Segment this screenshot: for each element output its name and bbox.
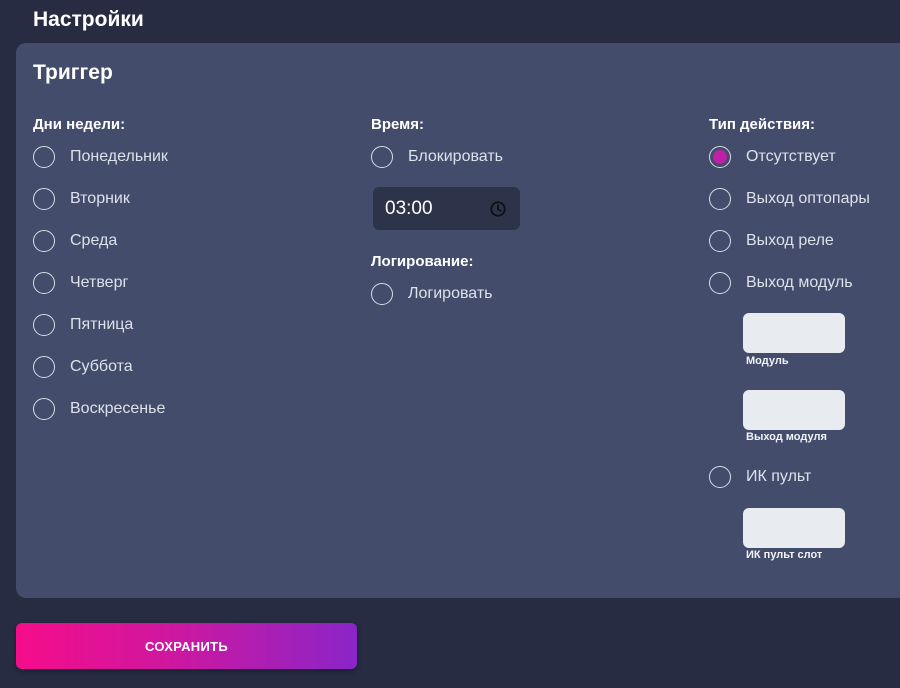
module-output-input[interactable] (743, 390, 845, 430)
radio-circle-icon[interactable] (709, 466, 731, 488)
card-title: Триггер (33, 61, 113, 84)
radio-circle-icon[interactable] (709, 272, 731, 294)
radio-circle-icon[interactable] (33, 356, 55, 378)
radio-tuesday[interactable]: Вторник (33, 186, 333, 212)
radio-sunday[interactable]: Воскресенье (33, 396, 333, 422)
radio-ir-remote[interactable]: ИК пульт (709, 464, 900, 490)
radio-wednesday[interactable]: Среда (33, 228, 333, 254)
days-label: Дни недели: (33, 116, 126, 133)
action-label: Тип действия: (709, 116, 816, 133)
time-input[interactable]: 03:00 (373, 187, 520, 230)
radio-saturday[interactable]: Суббота (33, 354, 333, 380)
logging-label: Логирование: (371, 253, 474, 270)
radio-label: ИК пульт (746, 468, 812, 485)
radio-thursday[interactable]: Четверг (33, 270, 333, 296)
time-value: 03:00 (385, 197, 433, 219)
radio-label: Суббота (70, 358, 133, 375)
radio-circle-icon[interactable] (709, 188, 731, 210)
radio-circle-icon[interactable] (33, 188, 55, 210)
radio-circle-icon[interactable] (33, 398, 55, 420)
radio-circle-icon[interactable] (371, 146, 393, 168)
page-title: Настройки (33, 8, 144, 31)
radio-label: Выход реле (746, 232, 834, 249)
clock-icon[interactable] (489, 200, 507, 218)
radio-label: Отсутствует (746, 148, 836, 165)
radio-selected-icon[interactable] (709, 146, 731, 168)
radio-circle-icon[interactable] (371, 283, 393, 305)
radio-monday[interactable]: Понедельник (33, 144, 333, 170)
radio-circle-icon[interactable] (709, 230, 731, 252)
trigger-card: Триггер Дни недели: Понедельник Вторник … (16, 43, 900, 598)
radio-module-output[interactable]: Выход модуль (709, 270, 900, 296)
radio-circle-icon[interactable] (33, 230, 55, 252)
radio-label: Среда (70, 232, 118, 249)
save-button[interactable]: СОХРАНИТЬ (16, 623, 357, 669)
radio-block[interactable]: Блокировать (371, 144, 671, 170)
radio-label: Воскресенье (70, 400, 166, 417)
radio-circle-icon[interactable] (33, 146, 55, 168)
radio-label: Логировать (408, 285, 493, 302)
radio-label: Четверг (70, 274, 129, 291)
module-caption: Модуль (746, 355, 789, 367)
radio-label: Выход модуль (746, 274, 853, 291)
radio-label: Понедельник (70, 148, 168, 165)
radio-label: Выход оптопары (746, 190, 870, 207)
radio-label: Пятница (70, 316, 134, 333)
radio-logging[interactable]: Логировать (371, 281, 671, 307)
radio-circle-icon[interactable] (33, 314, 55, 336)
module-output-caption: Выход модуля (746, 431, 827, 443)
radio-relay-output[interactable]: Выход реле (709, 228, 900, 254)
radio-friday[interactable]: Пятница (33, 312, 333, 338)
time-label: Время: (371, 116, 424, 133)
ir-slot-caption: ИК пульт слот (746, 549, 823, 561)
module-input[interactable] (743, 313, 845, 353)
radio-optocoupler-output[interactable]: Выход оптопары (709, 186, 900, 212)
radio-label: Вторник (70, 190, 130, 207)
radio-circle-icon[interactable] (33, 272, 55, 294)
ir-slot-input[interactable] (743, 508, 845, 548)
radio-label: Блокировать (408, 148, 503, 165)
radio-none[interactable]: Отсутствует (709, 144, 900, 170)
